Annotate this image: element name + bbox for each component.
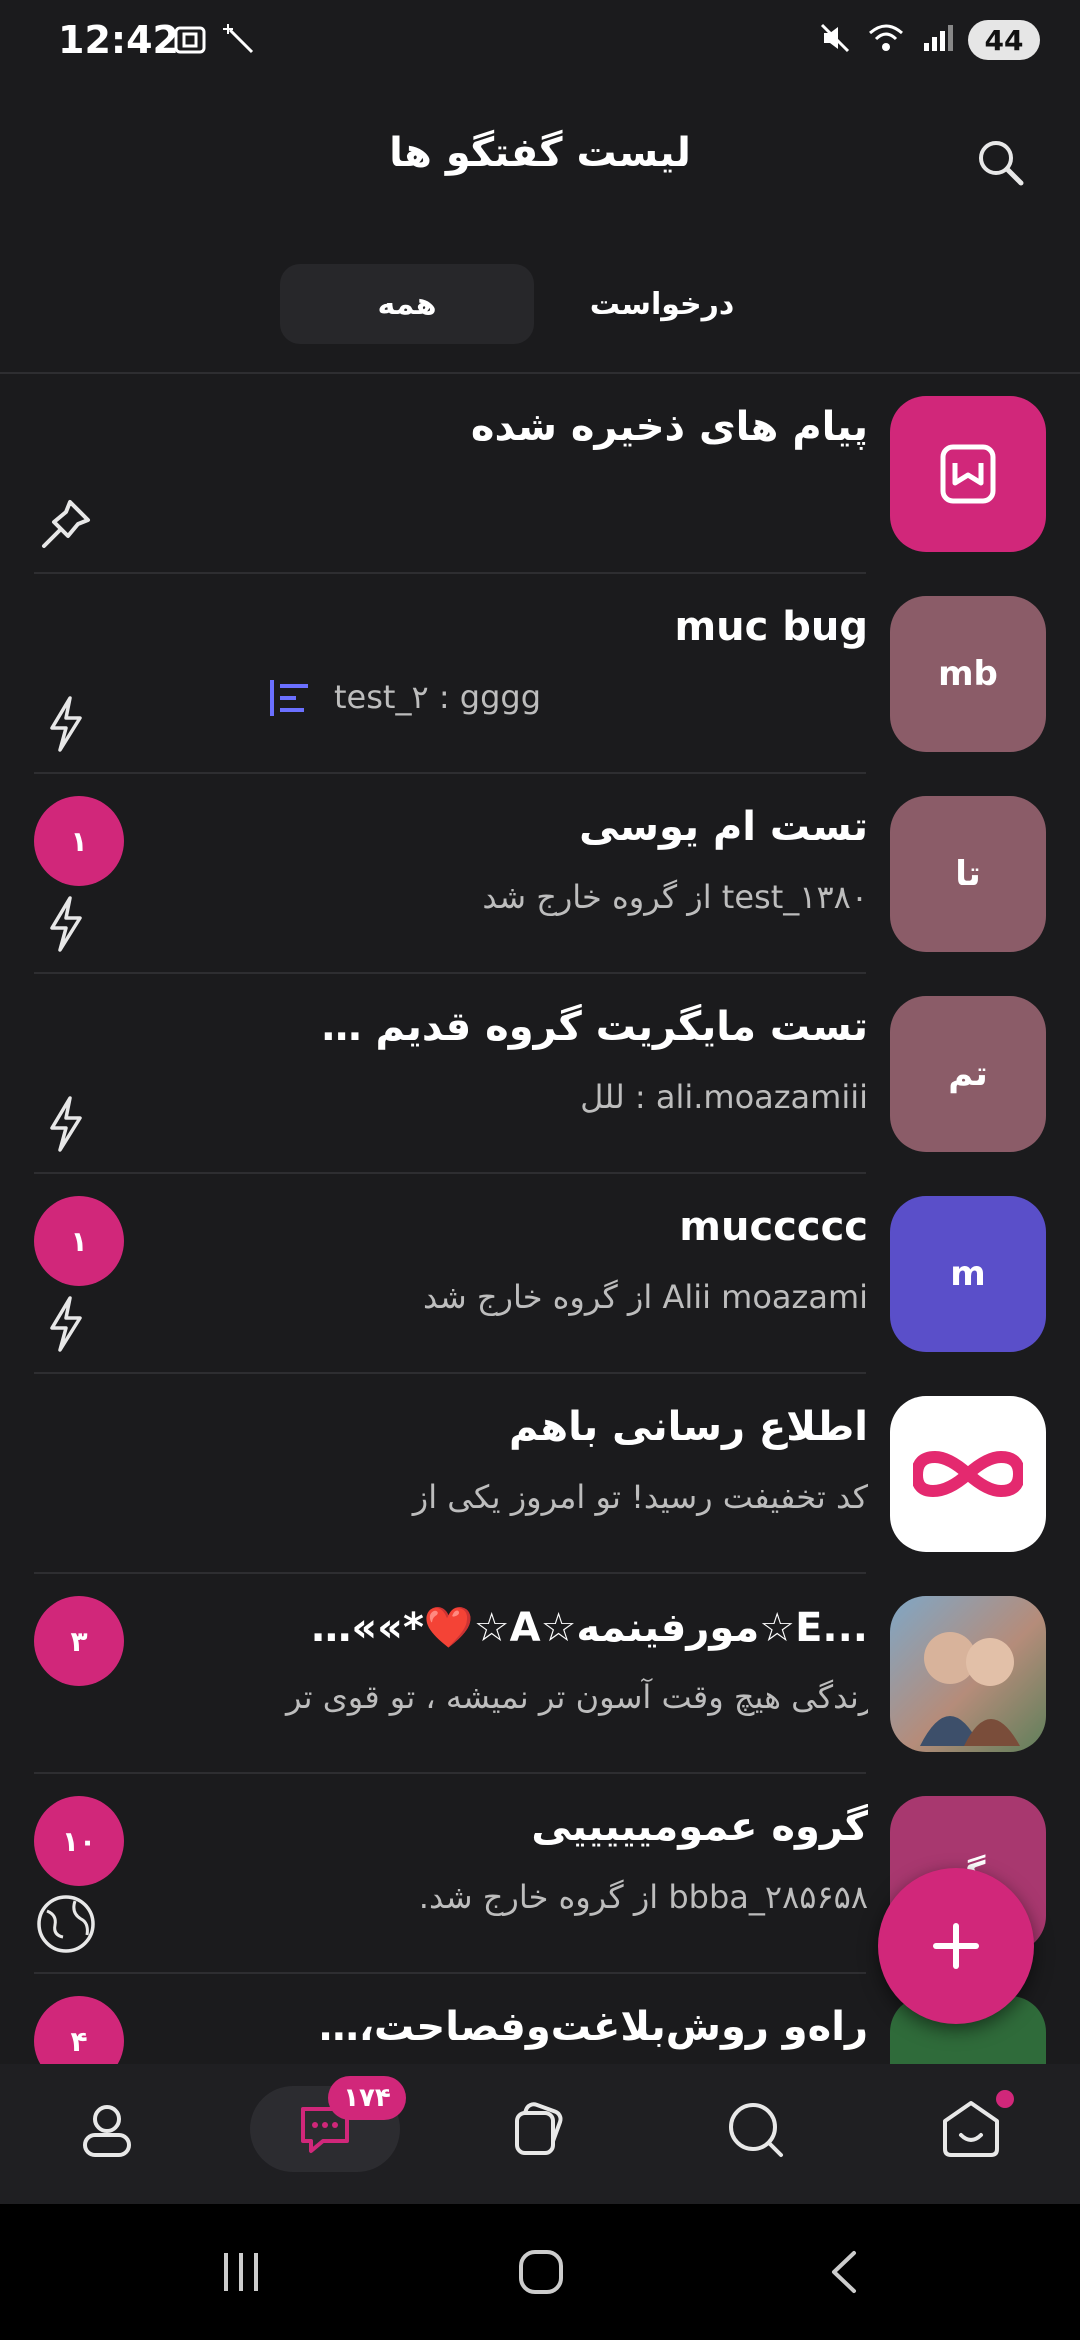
chat-item[interactable]: تا تست ام یوسی test_۱۳۸۰ از گروه خارج شد…: [0, 774, 1080, 974]
chat-title: تست مایگریت گروه قدیم به...: [308, 1004, 868, 1050]
chat-list: پیام های ذخیره شده mb muc bug test_۲ : g…: [0, 374, 1080, 2064]
chat-preview: Alii moazami از گروه خارج شد: [423, 1278, 868, 1316]
nav-cards[interactable]: [464, 2086, 614, 2172]
profile-icon: [83, 2105, 131, 2157]
unread-badge: ۱۰: [34, 1796, 124, 1886]
chat-item[interactable]: ...E☆مورفینمه☆A☆❤️*»»»» زندگی هیچ وقت آس…: [0, 1574, 1080, 1774]
avatar: [890, 1396, 1046, 1552]
chats-count-badge: ۱۷۴: [328, 2076, 406, 2120]
bolt-icon: [34, 692, 98, 756]
status-icons-right: 44: [818, 20, 1040, 60]
bolt-icon: [34, 1292, 98, 1356]
back-icon: [832, 2251, 856, 2293]
chat-item[interactable]: mb muc bug test_۲ : gggg: [0, 574, 1080, 774]
home-circle-icon: [519, 2250, 563, 2294]
recent-apps-button[interactable]: [196, 2240, 286, 2304]
nav-profile[interactable]: [32, 2086, 182, 2172]
unread-badge: ۴: [34, 1996, 124, 2064]
chat-title: تست ام یوسی: [579, 804, 868, 850]
unread-badge: ۱: [34, 1196, 124, 1286]
nav-search[interactable]: [680, 2086, 830, 2172]
nav-chats[interactable]: ۱۷۴: [250, 2076, 406, 2172]
chat-title: اطلاع رسانی باهم: [509, 1404, 868, 1450]
header: لیست گفتگو ها: [0, 90, 1080, 220]
avatar: تم: [890, 996, 1046, 1152]
notification-dot: [996, 2090, 1014, 2108]
baham-logo-icon: [913, 1450, 1023, 1498]
battery-indicator: 44: [968, 20, 1040, 60]
chat-title: ...E☆مورفینمه☆A☆❤️*»»»»: [308, 1605, 868, 1651]
search-button[interactable]: [968, 130, 1032, 194]
chat-preview: کد تخفیفت رسید! تو امروز یکی از: [412, 1478, 868, 1516]
chat-item-saved-messages[interactable]: پیام های ذخیره شده: [0, 374, 1080, 574]
preview-text: زندگی هیچ وقت آسون تر نمیشه ، تو قوی تر: [286, 1678, 868, 1716]
status-time: 12:42: [58, 18, 179, 62]
chat-preview: زندگی هیچ وقت آسون تر نمیشه ، تو قوی تر: [268, 1678, 868, 1734]
new-chat-button[interactable]: [878, 1868, 1034, 2024]
chat-title: muccccc: [679, 1204, 868, 1250]
bookmark-icon: [940, 444, 996, 504]
chat-preview: test_۲ : gggg: [268, 678, 868, 726]
chat-preview: test_۱۳۸۰ از گروه خارج شد: [482, 878, 868, 916]
bolt-icon: [34, 1092, 98, 1156]
unread-badge: ۳: [34, 1596, 124, 1686]
chat-preview: bbba_۲۸۵۶۵۸ از گروه خارج شد.: [418, 1878, 868, 1916]
mute-icon: [818, 21, 852, 59]
screenshot-icon: [172, 22, 208, 62]
back-button[interactable]: [800, 2240, 890, 2304]
avatar: mb: [890, 596, 1046, 752]
poll-icon: [268, 678, 312, 726]
chat-item[interactable]: m muccccc Alii moazami از گروه خارج شد ۱: [0, 1174, 1080, 1374]
tab-requests[interactable]: درخواست: [560, 264, 764, 344]
chat-preview: ali.moazamiii : للل: [580, 1078, 868, 1116]
chat-title: پیام های ذخیره شده: [470, 404, 868, 450]
status-bar: 12:42 44: [0, 0, 1080, 90]
search-icon: [729, 2103, 783, 2157]
magic-icon: [222, 22, 258, 62]
tabs: همه درخواست: [0, 264, 1080, 348]
preview-text: test_۲ : gggg: [334, 678, 542, 716]
chat-item[interactable]: اطلاع رسانی باهم کد تخفیفت رسید! تو امرو…: [0, 1374, 1080, 1574]
wifi-icon: [866, 21, 906, 59]
home-icon: [943, 2101, 999, 2157]
tab-all[interactable]: همه: [280, 264, 534, 344]
pin-icon: [34, 492, 98, 556]
avatar: [890, 396, 1046, 552]
couple-photo-icon: [920, 1632, 1020, 1746]
bottom-nav: ۱۷۴: [0, 2064, 1080, 2204]
chat-item[interactable]: تم تست مایگریت گروه قدیم به... ali.moaza…: [0, 974, 1080, 1174]
chat-title: muc bug: [674, 604, 868, 650]
nav-home[interactable]: [896, 2086, 1046, 2172]
plus-icon: [933, 1923, 979, 1969]
avatar: m: [890, 1196, 1046, 1352]
recent-apps-icon: [224, 2253, 258, 2291]
avatar: [890, 1596, 1046, 1752]
bolt-icon: [34, 892, 98, 956]
globe-icon: [34, 1892, 98, 1956]
system-nav: [0, 2204, 1080, 2340]
status-icons-left: [172, 22, 258, 62]
avatar: تا: [890, 796, 1046, 952]
chat-title: گروه عمومیییییی: [531, 1804, 868, 1850]
cards-icon: [515, 2102, 563, 2155]
page-title: لیست گفتگو ها: [389, 130, 691, 176]
unread-badge: ۱: [34, 796, 124, 886]
chat-title: راه‌و روش‌بلاغت‌وفصاحت،نه...: [308, 2004, 868, 2050]
search-icon: [979, 141, 1024, 186]
home-button[interactable]: [496, 2240, 586, 2304]
signal-icon: [920, 21, 954, 59]
